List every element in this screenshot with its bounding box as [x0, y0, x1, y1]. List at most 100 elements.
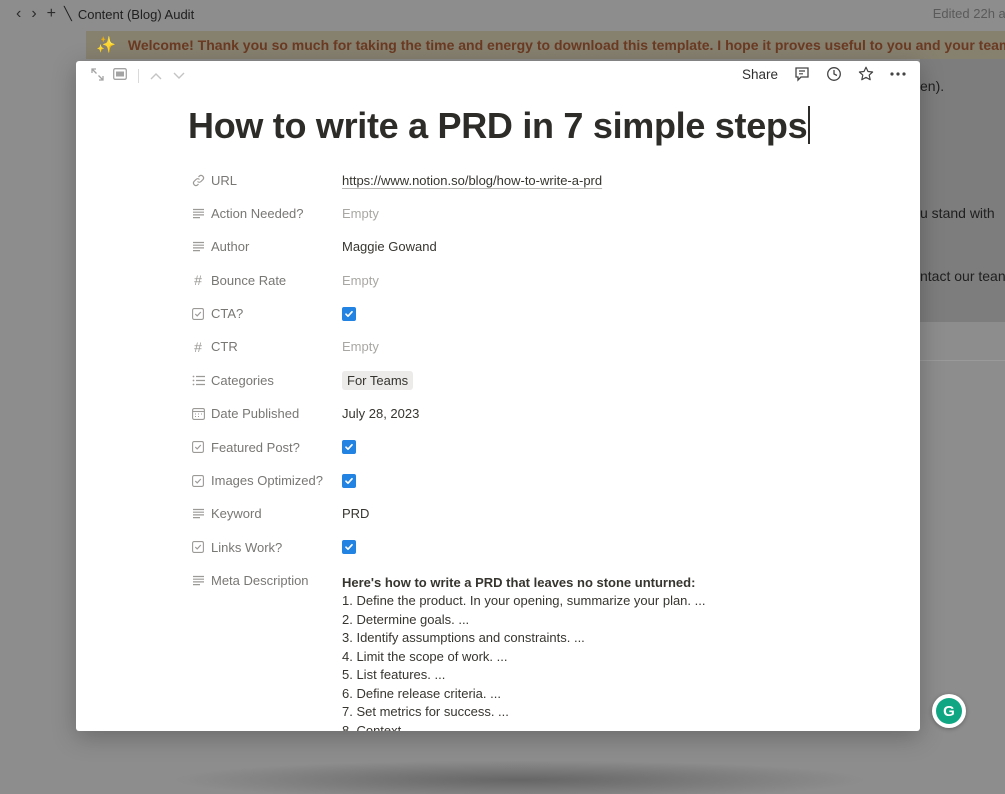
property-label: Featured Post? — [211, 439, 300, 455]
chevron-up-icon[interactable] — [150, 68, 162, 84]
calendar-icon — [191, 407, 205, 421]
property-empty-value[interactable]: Empty — [342, 335, 379, 359]
background-text-2: u stand with — [920, 205, 995, 221]
property-label: Meta Description — [211, 573, 309, 589]
property-name[interactable]: # Bounce Rate — [191, 268, 341, 292]
property-label: Images Optimized? — [211, 473, 323, 489]
category-tag[interactable]: For Teams — [342, 370, 414, 390]
property-row-featured-post: Featured Post? — [191, 435, 891, 468]
forward-arrow-icon[interactable]: › — [31, 6, 36, 22]
star-icon[interactable] — [858, 66, 874, 82]
plus-icon[interactable]: + — [47, 6, 56, 22]
property-value[interactable]: For Teams — [342, 368, 414, 392]
grammarly-icon: G — [936, 698, 962, 724]
property-name[interactable]: Keyword — [191, 502, 341, 526]
property-name[interactable]: Author — [191, 235, 341, 259]
share-button[interactable]: Share — [742, 67, 778, 82]
property-row-categories: Categories For Teams — [191, 368, 891, 401]
property-url[interactable]: https://www.notion.so/blog/how-to-write-… — [342, 168, 602, 192]
text-icon — [191, 507, 205, 521]
property-name[interactable]: Links Work? — [191, 535, 341, 559]
property-value[interactable]: July 28, 2023 — [342, 402, 419, 426]
property-label: CTR — [211, 339, 238, 355]
property-label: Author — [211, 239, 250, 255]
property-checkbox[interactable] — [342, 469, 356, 493]
property-empty-value[interactable]: Empty — [342, 201, 379, 225]
more-options-icon[interactable] — [890, 72, 906, 76]
property-row-cta: CTA? — [191, 302, 891, 335]
property-value[interactable]: PRD — [342, 502, 369, 526]
modal-toolbar: Share — [76, 61, 920, 91]
property-label: Categories — [211, 372, 274, 388]
nav-buttons: ‹ › + — [16, 6, 56, 22]
property-name[interactable]: # CTR — [191, 335, 341, 359]
meta-description-line: 2. Determine goals. ... — [342, 611, 470, 627]
chevron-down-icon[interactable] — [173, 68, 185, 84]
property-name[interactable]: Action Needed? — [191, 201, 341, 225]
meta-description-line: 6. Define release criteria. ... — [342, 685, 501, 701]
property-name[interactable]: URL — [191, 168, 341, 192]
property-checkbox[interactable] — [342, 435, 356, 459]
meta-description-value[interactable]: Here's how to write a PRD that leaves no… — [342, 574, 705, 731]
toolbar-divider — [138, 69, 139, 83]
meta-description-heading: Here's how to write a PRD that leaves no… — [342, 574, 696, 590]
grammarly-button[interactable]: G — [932, 694, 966, 728]
background-divider — [920, 360, 1005, 361]
checkbox-checked[interactable] — [342, 440, 356, 455]
history-icon[interactable] — [826, 66, 842, 82]
checkbox-checked[interactable] — [342, 473, 356, 488]
checkbox-icon — [191, 474, 205, 488]
property-empty-value[interactable]: Empty — [342, 268, 379, 292]
list-icon — [191, 373, 205, 387]
page-title-text[interactable]: How to write a PRD in 7 simple steps — [188, 105, 808, 146]
back-arrow-icon[interactable]: ‹ — [16, 6, 21, 22]
expand-icon[interactable] — [91, 68, 104, 85]
property-row-url: URL https://www.notion.so/blog/how-to-wri… — [191, 168, 891, 201]
property-value[interactable]: Maggie Gowand — [342, 235, 437, 259]
edited-timestamp: Edited 22h ag — [932, 6, 1005, 21]
peek-mode-icon[interactable] — [113, 68, 127, 84]
meta-description-line: 5. List features. ... — [342, 667, 446, 683]
toolbar-actions: Share — [742, 66, 906, 82]
breadcrumb-title: Content (Blog) Audit — [77, 6, 195, 22]
property-label: Date Published — [211, 406, 300, 422]
property-row-ctr: # CTR Empty — [191, 335, 891, 368]
property-label: Action Needed? — [211, 205, 304, 221]
property-name[interactable]: Images Optimized? — [191, 469, 341, 493]
properties-list: URL https://www.notion.so/blog/how-to-wri… — [191, 168, 891, 731]
property-name[interactable]: Date Published — [191, 402, 341, 426]
property-name[interactable]: Categories — [191, 368, 341, 392]
checkbox-icon — [191, 440, 205, 454]
page-title[interactable]: How to write a PRD in 7 simple steps — [188, 105, 810, 147]
broom-icon: ╲ — [64, 6, 72, 21]
property-row-bounce-rate: # Bounce Rate Empty — [191, 268, 891, 301]
text-icon — [191, 206, 205, 220]
checkbox-checked[interactable] — [342, 540, 356, 555]
property-checkbox[interactable] — [342, 302, 356, 326]
checkbox-icon — [191, 307, 205, 321]
background-shadow — [170, 760, 870, 794]
sparkles-icon: ✨ — [96, 37, 116, 54]
property-name[interactable]: Meta Description — [191, 569, 341, 593]
breadcrumb[interactable]: ╲ Content (Blog) Audit — [64, 6, 194, 22]
property-checkbox[interactable] — [342, 535, 356, 559]
checkbox-icon — [191, 540, 205, 554]
property-label: Links Work? — [211, 539, 283, 555]
meta-description-line: 4. Limit the scope of work. ... — [342, 648, 508, 664]
comment-icon[interactable] — [794, 66, 810, 82]
text-icon — [191, 574, 205, 588]
property-row-action-needed: Action Needed? Empty — [191, 201, 891, 234]
property-row-links-work: Links Work? — [191, 535, 891, 568]
meta-description-line: 3. Identify assumptions and constraints.… — [342, 630, 585, 646]
property-name[interactable]: CTA? — [191, 302, 341, 326]
property-label: Bounce Rate — [211, 272, 287, 288]
meta-description-line: 7. Set metrics for success. ... — [342, 704, 509, 720]
checkbox-checked[interactable] — [342, 306, 356, 321]
background-text-1: en). — [920, 78, 945, 94]
meta-description-line: 1. Define the product. In your opening, … — [342, 593, 706, 609]
property-row-author: Author Maggie Gowand — [191, 235, 891, 268]
property-name[interactable]: Featured Post? — [191, 435, 341, 459]
background-text-3: ntact our tean — [920, 268, 1005, 284]
property-label: URL — [211, 172, 238, 188]
property-label: CTA? — [211, 306, 244, 322]
